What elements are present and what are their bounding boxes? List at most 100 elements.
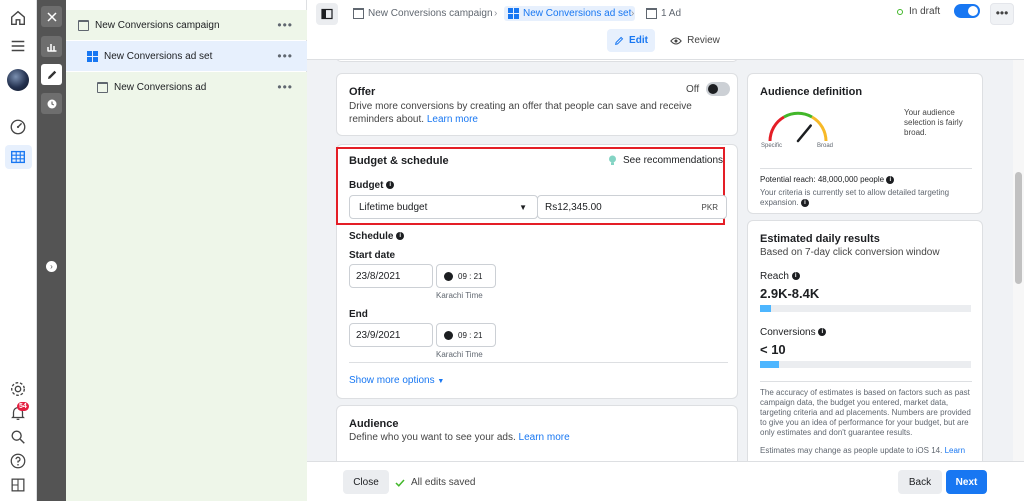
chevron-right-icon: › [631, 8, 635, 19]
app-rail: 54 [0, 0, 37, 501]
settings-gear-icon[interactable] [8, 379, 28, 399]
ios-learn-link[interactable]: Learn [945, 446, 965, 455]
tree-item-adset[interactable]: New Conversions ad set ••• [66, 41, 307, 71]
ad-page-icon [97, 81, 108, 93]
gauge-specific-segment [768, 115, 785, 142]
gauge-specific-label: Specific [761, 143, 783, 149]
breadcrumb-adset[interactable]: New Conversions ad set [504, 6, 636, 21]
gauge-broad-label: Broad [817, 143, 834, 149]
clock-icon [444, 330, 453, 340]
dashboard-gauge-icon[interactable] [8, 117, 28, 137]
start-time-value: 09 : 21 [458, 271, 483, 281]
info-icon[interactable]: i [386, 181, 395, 190]
end-time-value: 09 : 21 [458, 330, 483, 340]
offer-toggle-label: Off [686, 84, 700, 95]
more-options-icon[interactable]: ••• [277, 18, 293, 32]
avatar[interactable] [7, 69, 29, 91]
home-icon[interactable] [8, 8, 28, 28]
budget-title: Budget & schedule [349, 155, 449, 167]
search-icon[interactable] [8, 427, 28, 447]
sidebar-toggle-button[interactable] [316, 3, 338, 25]
end-date-value: 23/9/2021 [356, 329, 401, 341]
budget-type-value: Lifetime budget [359, 201, 428, 213]
more-options-icon[interactable]: ••• [277, 49, 293, 63]
audience-card: Audience Define who you want to see your… [336, 405, 738, 461]
caret-down-icon: ▼ [519, 202, 527, 212]
scrollbar-thumb[interactable] [1015, 172, 1022, 284]
scrollbar[interactable] [1013, 60, 1024, 461]
ad-page-icon [646, 8, 657, 19]
audience-definition-card: Audience definition Specific Broad Your … [747, 73, 983, 214]
audience-learn-more-link[interactable]: Learn more [519, 432, 570, 443]
show-more-options-link[interactable]: Show more options ▼ [349, 375, 444, 386]
breadcrumb-label: New Conversions campaign [368, 8, 493, 19]
caret-down-icon: ▼ [437, 378, 445, 385]
clock-history-icon[interactable] [41, 93, 62, 114]
tree-item-label: New Conversions ad set [104, 50, 213, 62]
more-options-button[interactable]: ••• [990, 3, 1014, 25]
tree-item-campaign[interactable]: New Conversions campaign ••• [66, 10, 307, 40]
divider [349, 362, 728, 363]
end-date-input[interactable]: 23/9/2021 [349, 323, 433, 347]
offer-toggle[interactable] [706, 82, 730, 96]
chart-bars-icon[interactable] [41, 36, 62, 57]
offer-card: Offer Off Drive more conversions by crea… [336, 73, 738, 136]
audience-title: Audience [349, 418, 399, 430]
tree-empty-area [66, 102, 307, 501]
tree-item-ad[interactable]: New Conversions ad ••• [66, 72, 307, 102]
criteria-text: Your criteria is currently set to allow … [760, 188, 950, 207]
close-icon[interactable] [41, 6, 62, 27]
tab-review[interactable]: Review [665, 29, 725, 52]
start-time-input[interactable]: 09 : 21 [436, 264, 496, 288]
audience-description-text: Define who you want to see your ads. [349, 432, 516, 443]
conversions-bar [760, 361, 971, 368]
help-question-icon[interactable] [8, 451, 28, 471]
reach-label-text: Reach [760, 271, 789, 282]
see-recommendations-link[interactable]: See recommendations [608, 155, 723, 166]
start-date-label: Start date [349, 250, 396, 261]
show-more-label: Show more options [349, 375, 435, 386]
tab-edit[interactable]: Edit [607, 29, 655, 52]
budget-amount-input[interactable]: Rs12,345.00 PKR [537, 195, 727, 219]
start-date-input[interactable]: 23/8/2021 [349, 264, 433, 288]
info-icon[interactable]: i [791, 272, 800, 281]
more-options-icon[interactable]: ••• [277, 80, 293, 94]
end-time-input[interactable]: 09 : 21 [436, 323, 496, 347]
info-icon[interactable]: i [396, 232, 405, 241]
offer-learn-more-link[interactable]: Learn more [427, 114, 478, 125]
tree-item-label: New Conversions ad [114, 81, 207, 93]
footer-bar: Close All edits saved Back Next [307, 461, 1024, 501]
publish-toggle[interactable] [954, 4, 980, 18]
breadcrumb-ad[interactable]: 1 Ad [646, 8, 681, 19]
status-label: In draft [909, 6, 941, 17]
budget-type-select[interactable]: Lifetime budget ▼ [349, 195, 538, 219]
report-panel-icon[interactable] [8, 475, 28, 495]
conversions-label: Conversions i [760, 327, 827, 338]
editor-toolstrip: › [37, 0, 66, 501]
breadcrumb-campaign[interactable]: New Conversions campaign [353, 8, 493, 19]
expand-chevron-icon[interactable]: › [46, 261, 57, 272]
campaign-tree: New Conversions campaign ••• New Convers… [66, 0, 307, 501]
tab-label: Edit [629, 35, 648, 46]
schedule-label-text: Schedule [349, 231, 394, 242]
reach-bar [760, 305, 971, 312]
recommendations-label: See recommendations [623, 155, 724, 166]
next-button[interactable]: Next [946, 470, 987, 494]
menu-icon[interactable] [8, 36, 28, 56]
table-grid-icon[interactable] [8, 147, 28, 167]
conversions-value: < 10 [760, 342, 786, 357]
close-button[interactable]: Close [343, 470, 389, 494]
toggle-knob [708, 84, 718, 94]
ios-note-text: Estimates may change as people update to… [760, 446, 943, 455]
divider [760, 381, 972, 382]
budget-label-text: Budget [349, 180, 384, 191]
potential-reach-text: Potential reach: 48,000,000 people [760, 175, 885, 184]
info-icon[interactable]: i [818, 328, 827, 337]
budget-schedule-card: Budget & schedule See recommendations Bu… [336, 144, 738, 399]
page-header: New Conversions campaign › New Conversio… [307, 0, 1024, 60]
info-icon[interactable]: i [800, 198, 809, 207]
back-button[interactable]: Back [898, 470, 942, 494]
audience-definition-title: Audience definition [760, 86, 863, 98]
info-icon[interactable]: i [886, 175, 895, 184]
pencil-edit-icon[interactable] [41, 64, 62, 85]
